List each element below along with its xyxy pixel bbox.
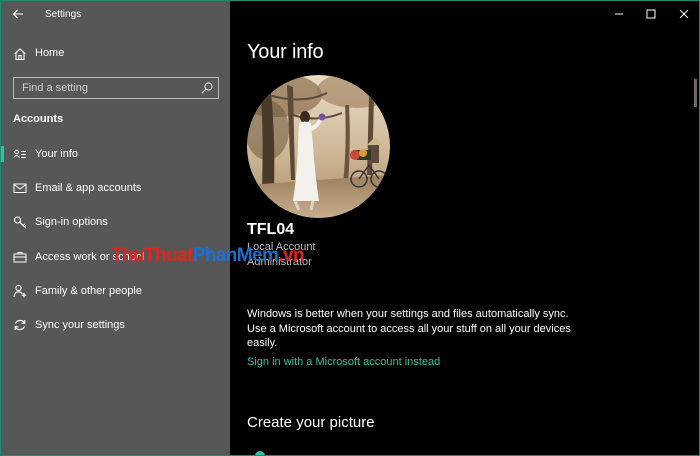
- briefcase-icon: [13, 252, 27, 263]
- app-title: Settings: [45, 9, 82, 20]
- search-input[interactable]: [14, 78, 198, 98]
- sidebar-item-label: Sign-in options: [35, 216, 108, 228]
- back-arrow-icon: [12, 9, 23, 19]
- microsoft-account-link[interactable]: Sign in with a Microsoft account instead: [247, 356, 440, 368]
- sidebar-item-label: Your info: [35, 148, 79, 160]
- sidebar-item-your-info[interactable]: Your info: [1, 141, 230, 167]
- back-button[interactable]: [7, 4, 29, 24]
- watermark-part: ThuThuat: [111, 245, 193, 266]
- search-box[interactable]: [13, 77, 219, 99]
- close-icon: [679, 9, 689, 19]
- person-add-icon: [13, 284, 27, 298]
- home-icon: [14, 48, 26, 61]
- section-title-create-picture: Create your picture: [247, 414, 375, 431]
- page-title: Your info: [247, 41, 324, 63]
- sidebar-item-sync[interactable]: Sync your settings: [1, 312, 230, 338]
- sidebar-item-sign-in[interactable]: Sign-in options: [1, 209, 230, 235]
- maximize-button[interactable]: [639, 5, 663, 23]
- camera-button[interactable]: [255, 451, 265, 455]
- active-indicator: [1, 146, 4, 162]
- minimize-button[interactable]: [607, 5, 631, 23]
- sidebar-item-label: Email & app accounts: [35, 182, 142, 194]
- mail-icon: [13, 183, 27, 193]
- sync-message: Windows is better when your settings and…: [247, 308, 571, 349]
- search-icon[interactable]: [200, 81, 214, 95]
- sidebar-item-label: Sync your settings: [35, 319, 125, 331]
- key-icon: [13, 216, 27, 229]
- titlebar: Settings: [1, 1, 230, 29]
- watermark-part: PhanMem: [192, 245, 279, 266]
- person-card-icon: [13, 149, 26, 158]
- scrollbar-thumb[interactable]: [694, 79, 697, 107]
- sync-icon: [14, 319, 26, 331]
- close-button[interactable]: [672, 5, 696, 23]
- minimize-icon: [615, 13, 623, 15]
- sidebar-item-label: Family & other people: [35, 285, 142, 297]
- sidebar-item-family[interactable]: Family & other people: [1, 278, 230, 304]
- user-name: TFL04: [247, 221, 295, 238]
- titlebar-controls: [230, 1, 699, 29]
- watermark-part: .vn: [278, 245, 304, 266]
- sidebar-item-label: Home: [35, 47, 65, 59]
- settings-window: Settings Home Accounts Your inf: [0, 0, 700, 456]
- profile-photo: [247, 75, 390, 218]
- section-header: Accounts: [13, 113, 64, 125]
- sidebar-item-home[interactable]: Home: [1, 43, 230, 65]
- maximize-icon: [646, 9, 656, 19]
- sidebar-item-email[interactable]: Email & app accounts: [1, 175, 230, 201]
- avatar[interactable]: [247, 75, 390, 218]
- sidebar: Settings Home Accounts Your inf: [1, 1, 230, 455]
- watermark: ThuThuatPhanMem.vn: [111, 245, 305, 267]
